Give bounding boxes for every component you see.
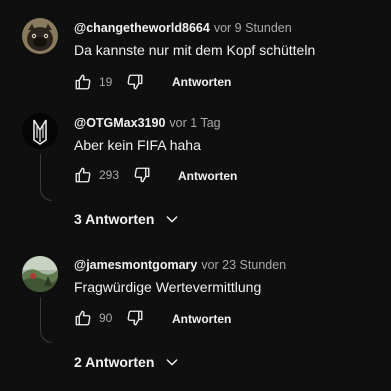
comment-time[interactable]: vor 9 Stunden bbox=[214, 21, 292, 35]
comment-meta: @changetheworld8664 vor 9 Stunden bbox=[74, 20, 292, 36]
dislike-icon[interactable] bbox=[133, 166, 151, 184]
thread-line bbox=[40, 297, 52, 343]
like-count: 19 bbox=[99, 75, 113, 89]
avatar[interactable] bbox=[22, 113, 58, 149]
comment-text: Da kannste nur mit dem Kopf schütteln bbox=[74, 42, 316, 58]
chevron-down-icon bbox=[166, 216, 178, 223]
comment-text: Fragwürdige Wertevermittlung bbox=[74, 279, 262, 295]
comment-time[interactable]: vor 23 Stunden bbox=[201, 258, 286, 272]
replies-count-label: 2 Antworten bbox=[74, 354, 155, 370]
dislike-icon[interactable] bbox=[126, 73, 144, 91]
reply-button[interactable]: Antworten bbox=[172, 312, 231, 326]
logo-avatar-icon bbox=[22, 113, 58, 149]
show-replies-button[interactable]: 3 Antworten bbox=[74, 211, 180, 227]
reply-button[interactable]: Antworten bbox=[178, 169, 237, 183]
like-icon[interactable] bbox=[74, 166, 92, 184]
comment-actions: 90 bbox=[74, 308, 144, 328]
comment-text: Aber kein FIFA haha bbox=[74, 137, 201, 153]
landscape-avatar-icon bbox=[22, 256, 58, 292]
comment-author[interactable]: @jamesmontgomary bbox=[74, 258, 197, 272]
dislike-icon[interactable] bbox=[126, 309, 144, 327]
show-replies-button[interactable]: 2 Antworten bbox=[74, 354, 180, 370]
comment-actions: 293 bbox=[74, 165, 151, 185]
comment-time[interactable]: vor 1 Tag bbox=[169, 116, 220, 130]
thread-line bbox=[40, 154, 52, 201]
comment-author[interactable]: @OTGMax3190 bbox=[74, 116, 165, 130]
avatar[interactable] bbox=[22, 18, 58, 54]
pug-avatar-icon bbox=[22, 18, 58, 54]
like-icon[interactable] bbox=[74, 309, 92, 327]
like-icon[interactable] bbox=[74, 73, 92, 91]
comment-meta: @jamesmontgomary vor 23 Stunden bbox=[74, 257, 286, 273]
replies-count-label: 3 Antworten bbox=[74, 211, 155, 227]
comment-actions: 19 bbox=[74, 72, 144, 92]
comment-author[interactable]: @changetheworld8664 bbox=[74, 21, 210, 35]
like-count: 293 bbox=[99, 168, 120, 182]
like-count: 90 bbox=[99, 311, 113, 325]
chevron-down-icon bbox=[166, 359, 178, 366]
avatar[interactable] bbox=[22, 256, 58, 292]
reply-button[interactable]: Antworten bbox=[172, 75, 231, 89]
comment-meta: @OTGMax3190 vor 1 Tag bbox=[74, 115, 221, 131]
